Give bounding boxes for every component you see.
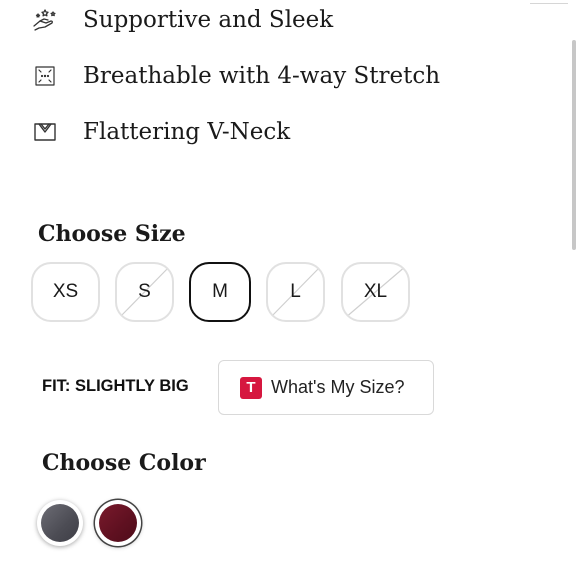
size-option-s[interactable]: S	[115, 262, 174, 322]
size-option-xl[interactable]: XL	[341, 262, 410, 322]
top-divider	[530, 3, 568, 4]
size-option-label: S	[138, 281, 151, 302]
size-option-m[interactable]: M	[189, 262, 251, 322]
choose-color-title: Choose Color	[42, 450, 206, 476]
support-icon	[30, 5, 60, 35]
color-swatch-gray[interactable]	[37, 500, 83, 546]
feature-label: Breathable with 4-way Stretch	[83, 63, 441, 89]
fit-label: FIT: SLIGHTLY BIG	[42, 377, 189, 395]
swatch-fill	[41, 504, 79, 542]
size-option-label: XL	[363, 281, 388, 302]
size-option-xs[interactable]: XS	[31, 262, 100, 322]
truefit-logo-icon: T	[240, 376, 262, 399]
scrollbar[interactable]	[572, 40, 576, 250]
size-option-label: XS	[52, 281, 79, 302]
v-neck-icon	[30, 117, 60, 147]
swatch-fill	[99, 504, 137, 542]
size-option-label: L	[290, 281, 301, 302]
color-swatch-burgundy[interactable]	[95, 500, 141, 546]
whats-my-size-label: What's My Size?	[271, 377, 405, 397]
size-option-label: M	[212, 281, 228, 302]
stretch-icon	[30, 61, 60, 91]
feature-label: Flattering V-Neck	[83, 119, 291, 145]
whats-my-size-button[interactable]: T What's My Size?	[218, 360, 434, 415]
choose-size-title: Choose Size	[38, 221, 186, 247]
size-option-l[interactable]: L	[266, 262, 325, 322]
feature-label: Supportive and Sleek	[83, 7, 334, 33]
